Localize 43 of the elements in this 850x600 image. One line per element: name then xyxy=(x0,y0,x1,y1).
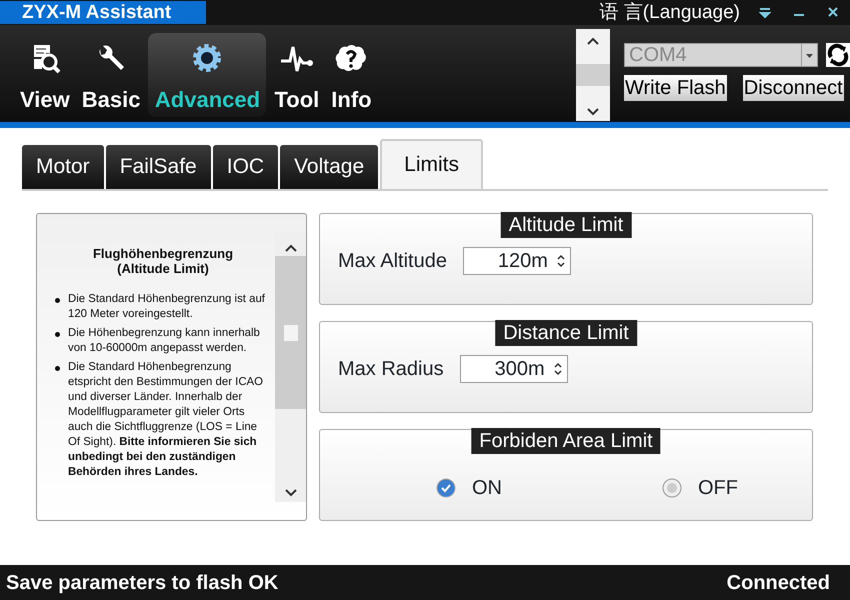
group-title: Forbiden Area Limit xyxy=(471,428,661,454)
help-paragraph: Die Höhenbegrenzung kann innerhalb von 10-60000m angepasst werden. xyxy=(68,326,261,356)
spin-field[interactable]: 300m xyxy=(460,354,568,382)
spin-field[interactable]: 120m xyxy=(462,246,571,274)
radio-icon[interactable] xyxy=(662,478,682,498)
bullet-icon xyxy=(55,366,60,371)
tab[interactable]: Limits xyxy=(380,139,483,189)
spin-arrows-icon[interactable] xyxy=(552,360,563,376)
radio-icon[interactable] xyxy=(436,478,456,498)
scroll-up-icon[interactable] xyxy=(284,244,296,252)
field-label: Max Radius xyxy=(338,356,444,382)
disconnect-button[interactable]: Disconnect xyxy=(742,75,844,101)
bullet-icon xyxy=(55,298,60,303)
help-paragraph: Die Standard Höhenbegrenzung etspricht den Bestimmungen der ICAO und diverser Länder. Innerhalb der Modellflugparameter gilt vieler Orts auch die Sichtfluggrenze (LOS = Line Of Sight). Bitte informieren Sie sich unbedingt bei den zuständigen Behörden ihres Landes. xyxy=(68,360,264,480)
toolbar-button[interactable]: Advanced xyxy=(148,33,266,117)
tab[interactable]: FailSafe xyxy=(106,145,211,189)
scroll-down-icon[interactable] xyxy=(284,489,296,497)
help-title: Flughöhenbegrenzung xyxy=(92,246,234,261)
scroll-bar[interactable] xyxy=(576,29,610,121)
tab[interactable]: Voltage xyxy=(280,145,378,189)
tab[interactable]: Motor xyxy=(22,145,104,189)
spin-arrows-icon[interactable] xyxy=(556,252,566,268)
toolbar-button[interactable]: Basic xyxy=(78,33,144,117)
app-title: ZYX-M Assistant xyxy=(0,1,206,24)
radio-option[interactable]: OFF xyxy=(662,473,738,503)
field-label: Max Altitude xyxy=(338,248,447,274)
toolbar-button[interactable]: Info xyxy=(327,33,376,117)
group-title: Altitude Limit xyxy=(500,212,632,238)
tab[interactable]: IOC xyxy=(212,145,278,189)
scroll-thumb[interactable] xyxy=(576,64,610,86)
toolbar-button[interactable]: Tool xyxy=(270,33,324,117)
bullet-icon xyxy=(55,332,60,337)
connection-status: Connected xyxy=(726,570,830,596)
refresh-icon[interactable] xyxy=(826,43,850,67)
radio-option[interactable]: ON xyxy=(436,473,502,503)
status-message: Save parameters to flash OK xyxy=(6,570,278,596)
help-subtitle: (Altitude Limit) xyxy=(116,261,210,276)
help-paragraph: Die Standard Höhenbegrenzung ist auf 120 Meter voreingestellt. xyxy=(68,292,266,322)
flash-button[interactable]: Write Flash xyxy=(624,75,727,101)
scroll-thumb[interactable] xyxy=(275,256,306,409)
language-menu[interactable]: 语 言(Language) xyxy=(600,0,740,25)
toolbar-button[interactable]: View xyxy=(16,33,74,117)
group-title: Distance Limit xyxy=(495,320,637,346)
